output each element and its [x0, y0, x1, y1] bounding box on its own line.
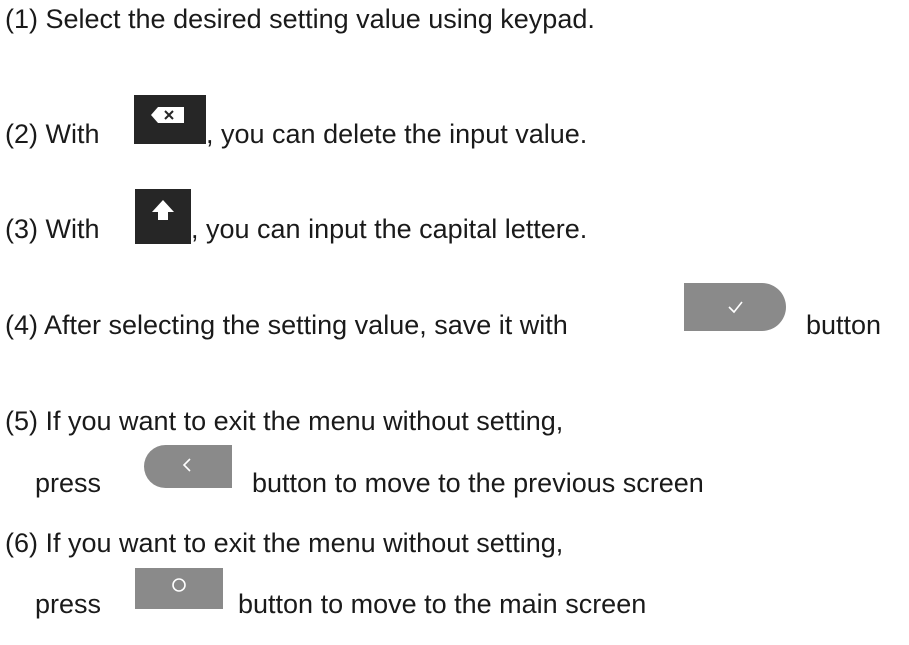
- step-5-before: press: [35, 468, 102, 498]
- step-1-text: (1) Select the desired setting value usi…: [5, 4, 595, 34]
- save-check-button-icon: [684, 283, 786, 331]
- step-2-after: , you can delete the input value.: [206, 119, 588, 149]
- home-button-icon: [135, 568, 223, 609]
- shift-up-arrow-icon: [152, 200, 174, 220]
- back-button-icon: [144, 445, 232, 488]
- step-4-after: button: [806, 310, 882, 340]
- step-5-after: button to move to the previous screen: [252, 468, 704, 498]
- step-3-before: (3) With: [5, 214, 100, 244]
- step-3-after: , you can input the capital lettere.: [191, 214, 588, 244]
- shift-key-icon: [135, 189, 191, 244]
- step-4-before: (4) After selecting the setting value, s…: [5, 310, 568, 340]
- circle-home-icon: [172, 578, 186, 592]
- chevron-left-icon: [182, 458, 191, 472]
- step-2-before: (2) With: [5, 119, 100, 149]
- step-6-line1: (6) If you want to exit the menu without…: [5, 528, 564, 558]
- checkmark-icon: [728, 301, 743, 314]
- step-6-before: press: [35, 589, 102, 619]
- step-6-after: button to move to the main screen: [238, 589, 647, 619]
- step-5-line1: (5) If you want to exit the menu without…: [5, 406, 564, 436]
- backspace-key-icon: [134, 95, 206, 144]
- backspace-icon: [151, 107, 184, 123]
